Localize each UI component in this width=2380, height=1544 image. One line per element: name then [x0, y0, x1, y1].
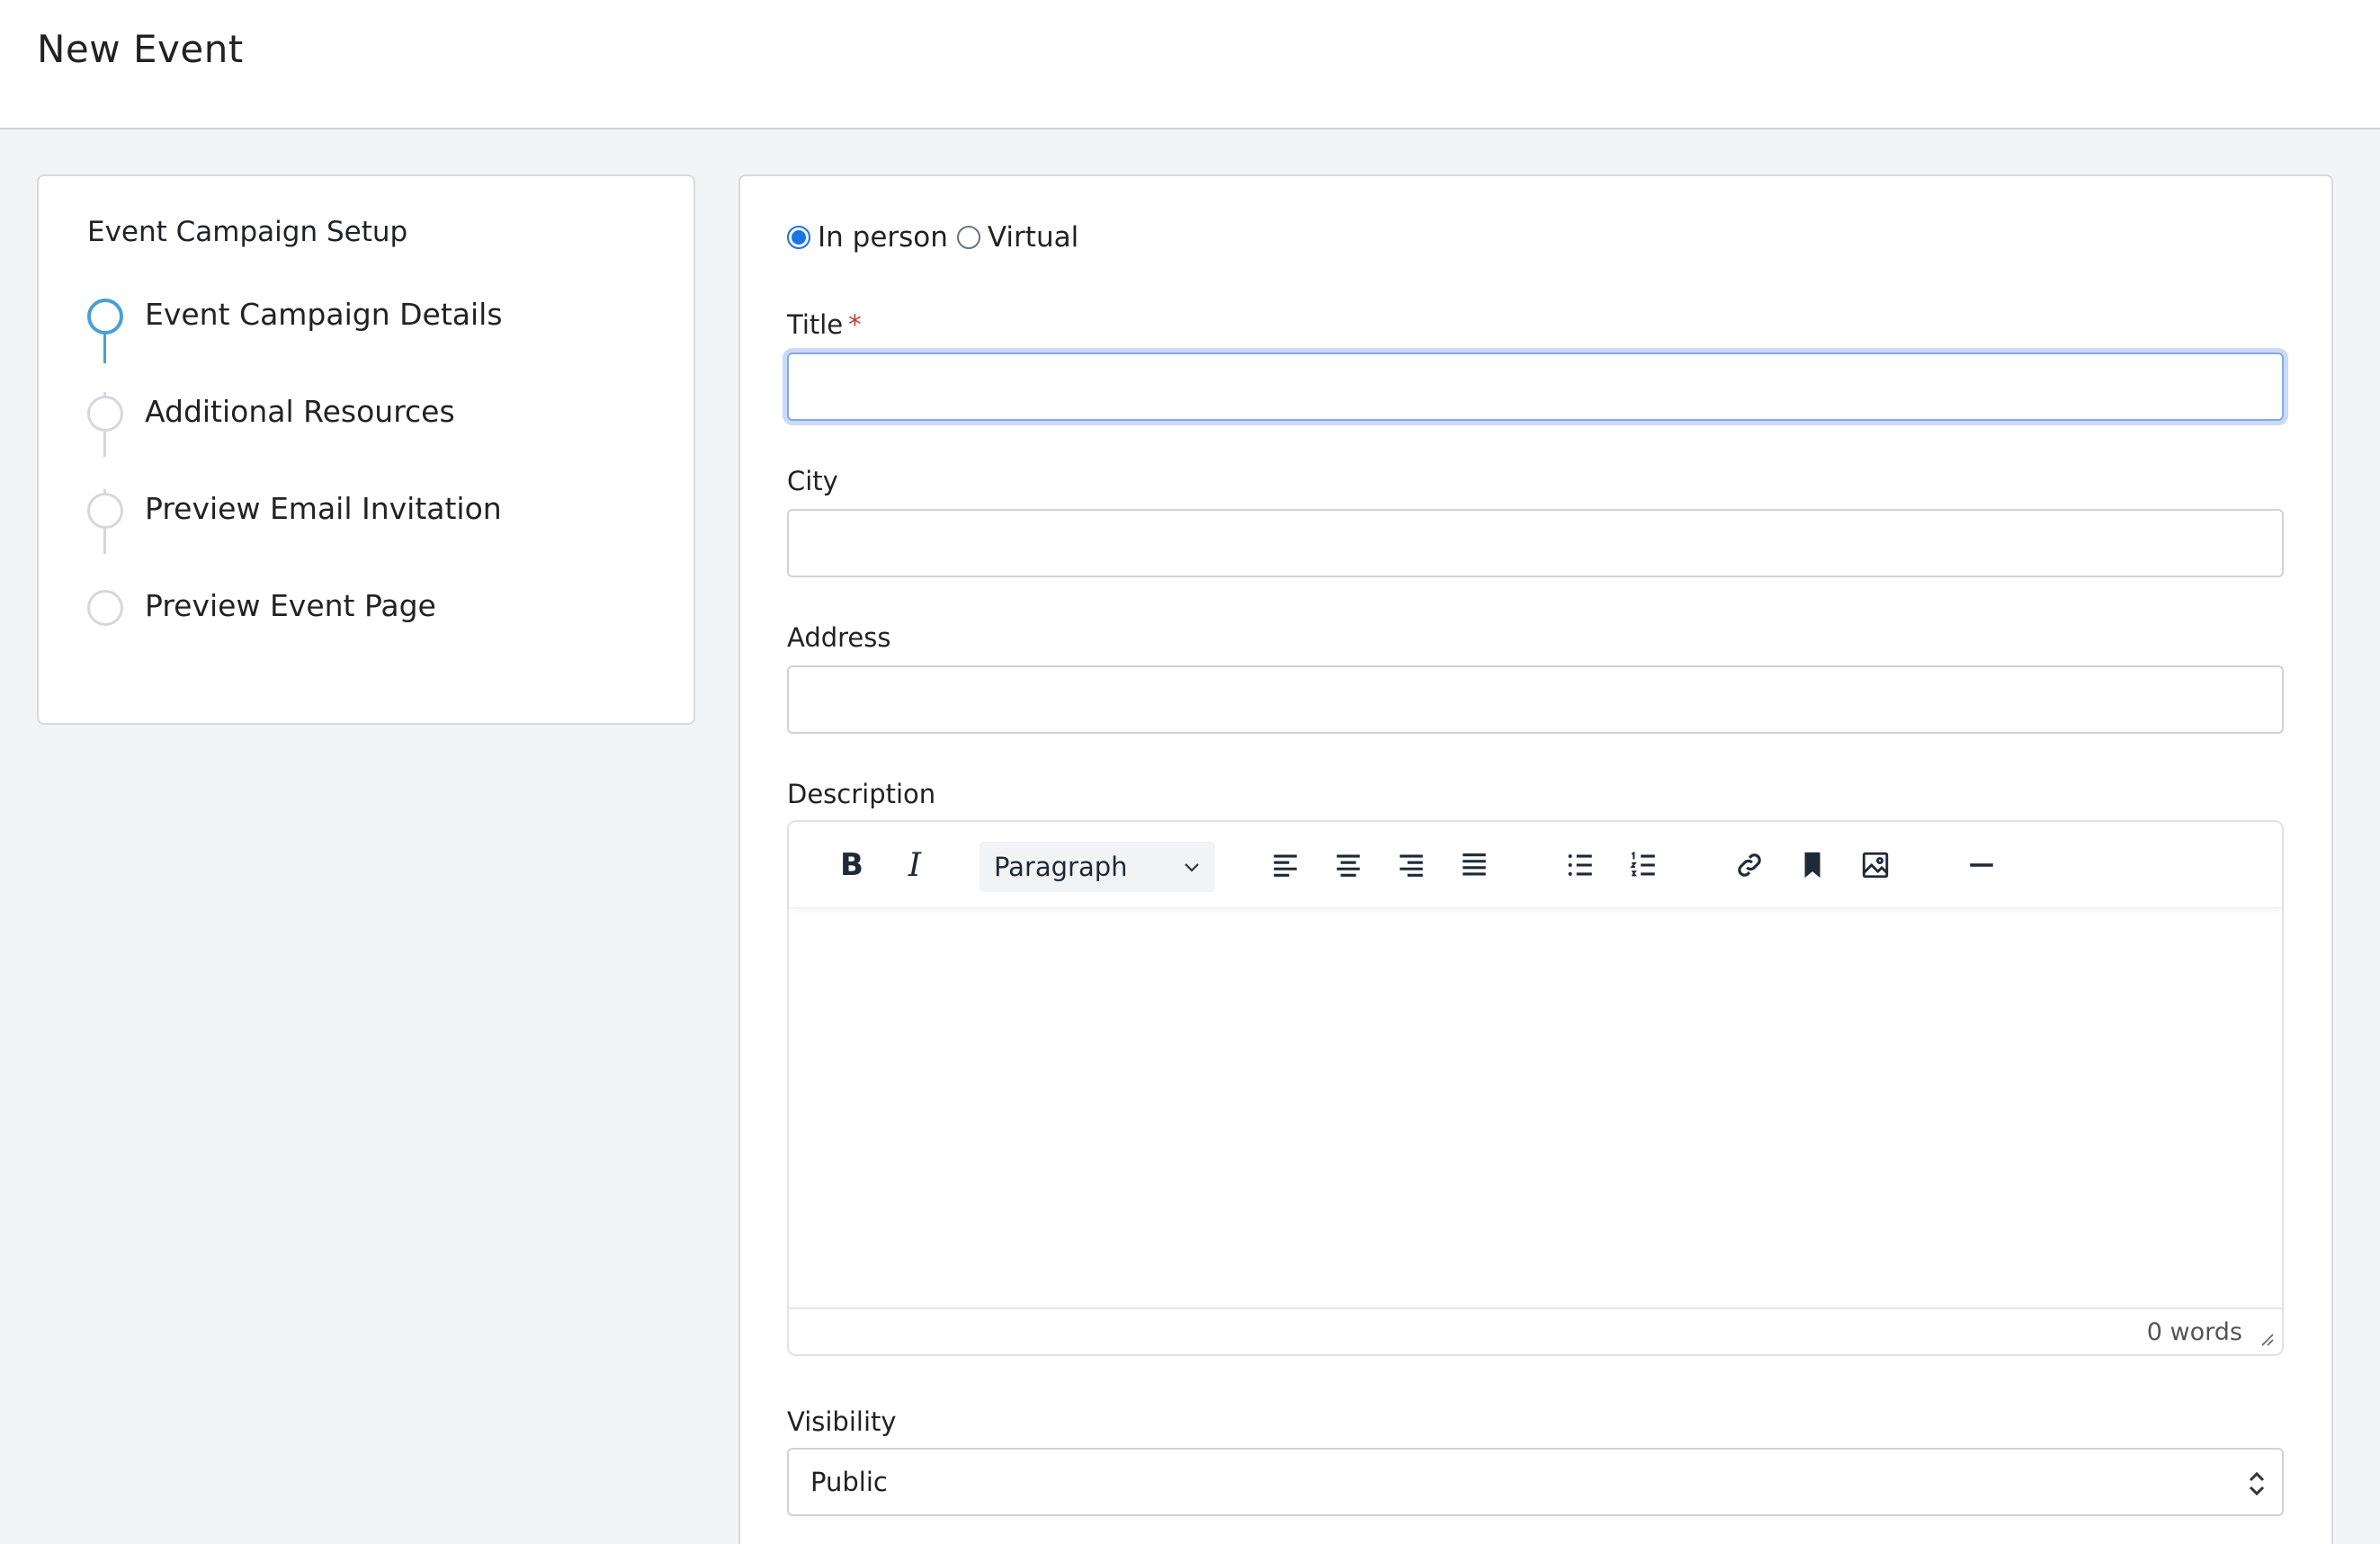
virtual-radio[interactable]	[956, 226, 980, 249]
title-label-text: Title	[787, 309, 844, 340]
insert-link-button[interactable]	[1724, 840, 1775, 890]
step-indicator-preview-event-page	[87, 590, 123, 626]
visibility-value: Public	[810, 1467, 888, 1497]
insert-bookmark-button[interactable]	[1787, 840, 1838, 890]
word-count: 0 words	[2146, 1318, 2242, 1346]
title-input[interactable]	[787, 353, 2284, 421]
align-justify-icon	[1463, 853, 1486, 876]
align-justify-button[interactable]	[1449, 840, 1499, 890]
editor-toolbar: B I Paragraph	[789, 822, 2282, 908]
in-person-radio[interactable]	[787, 226, 810, 249]
align-center-button[interactable]	[1323, 840, 1373, 890]
virtual-label[interactable]: Virtual	[988, 221, 1078, 254]
italic-button[interactable]: I	[890, 840, 940, 890]
horizontal-rule-button[interactable]	[1956, 840, 2007, 890]
location-type-group: In person Virtual	[787, 221, 1087, 254]
numbered-list-icon	[1630, 851, 1655, 877]
in-person-label[interactable]: In person	[818, 221, 948, 254]
align-left-button[interactable]	[1260, 840, 1311, 890]
bold-button[interactable]: B	[827, 840, 877, 890]
event-form: In person Virtual Title * City Address De…	[738, 174, 2333, 1544]
bookmark-icon	[1804, 852, 1821, 879]
align-center-icon	[1337, 854, 1360, 877]
step-additional-resources[interactable]: Additional Resources	[145, 394, 455, 429]
insert-image-button[interactable]	[1850, 840, 1901, 890]
city-input[interactable]	[787, 509, 2284, 577]
bulleted-list-icon	[1568, 854, 1592, 876]
block-format-select[interactable]: Paragraph	[980, 842, 1215, 892]
description-label: Description	[787, 779, 936, 809]
select-arrows-icon	[2249, 1471, 2265, 1496]
step-preview-email-invitation[interactable]: Preview Email Invitation	[145, 491, 502, 526]
required-asterisk: *	[848, 309, 862, 340]
align-right-icon	[1400, 854, 1423, 877]
step-preview-event-page[interactable]: Preview Event Page	[145, 588, 436, 623]
address-label: Address	[787, 622, 891, 653]
description-editor: B I Paragraph 0 words	[787, 820, 2284, 1356]
visibility-label: Visibility	[787, 1406, 897, 1437]
step-indicator-additional-resources	[87, 396, 123, 432]
bulleted-list-button[interactable]	[1555, 840, 1606, 890]
editor-status-bar: 0 words	[789, 1307, 2282, 1354]
step-event-campaign-details[interactable]: Event Campaign Details	[145, 297, 503, 332]
resize-handle-icon[interactable]	[2259, 1331, 2275, 1347]
address-input[interactable]	[787, 665, 2284, 734]
title-label: Title *	[787, 309, 862, 340]
top-bar: New Event	[0, 0, 2380, 129]
image-icon	[1862, 852, 1889, 879]
city-label: City	[787, 466, 838, 496]
link-icon	[1738, 853, 1761, 877]
step-indicator-event-campaign-details	[87, 299, 123, 335]
step-indicator-preview-email-invitation	[87, 493, 123, 529]
setup-steps-panel: Event Campaign Setup Event Campaign Deta…	[37, 174, 695, 725]
numbered-list-button[interactable]	[1618, 840, 1669, 890]
steps-title: Event Campaign Setup	[87, 216, 408, 248]
description-editor-body[interactable]	[789, 908, 2282, 1311]
align-left-icon	[1274, 854, 1297, 877]
horizontal-rule-icon	[1970, 863, 1993, 867]
chevron-down-icon	[1185, 863, 1199, 872]
align-right-button[interactable]	[1386, 840, 1436, 890]
visibility-select[interactable]: Public	[787, 1448, 2284, 1516]
page-title: New Event	[37, 27, 244, 71]
block-format-value: Paragraph	[994, 852, 1128, 882]
